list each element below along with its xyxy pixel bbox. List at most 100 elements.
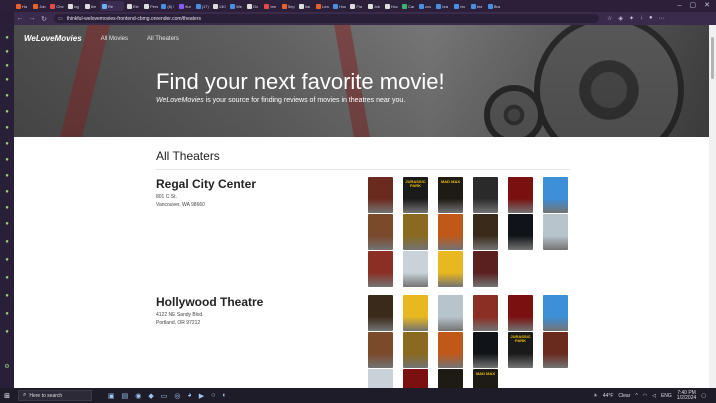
menu-icon[interactable]: ⋯ <box>659 15 665 22</box>
browser-tab[interactable]: the <box>83 1 99 11</box>
sidebar-app-icon[interactable]: ● <box>3 34 11 42</box>
movie-poster[interactable] <box>473 332 498 368</box>
movie-poster[interactable] <box>368 214 393 250</box>
sidebar-app-icon[interactable]: ● <box>3 156 11 164</box>
sidebar-app-icon[interactable]: ● <box>3 274 11 282</box>
browser-icon[interactable]: ◐ <box>222 392 226 400</box>
browser-tab[interactable]: Fla <box>348 1 364 11</box>
chrome-icon[interactable]: ◕ <box>187 392 191 400</box>
browser-tab[interactable]: Job <box>366 1 382 11</box>
movie-poster[interactable]: JURASSIC PARK <box>403 177 428 213</box>
browser-tab[interactable]: Hoc <box>383 1 399 11</box>
task-view-icon[interactable]: ▣ <box>108 392 115 400</box>
clock[interactable]: 7:40 PM 1/2/2024 <box>677 390 696 401</box>
browser-tab[interactable]: Job <box>31 1 47 11</box>
firefox-icon[interactable]: ◉ <box>135 392 141 400</box>
browser-tab[interactable]: Pers <box>142 1 158 11</box>
weather-temp[interactable]: 44°F <box>603 393 614 399</box>
movie-poster[interactable] <box>368 332 393 368</box>
browser-tab[interactable]: Car <box>400 1 416 11</box>
profile-icon[interactable]: ● <box>649 15 653 22</box>
movie-poster[interactable] <box>508 177 533 213</box>
browser-tab[interactable]: bra <box>434 1 450 11</box>
sidebar-app-icon[interactable]: ● <box>3 108 11 116</box>
close-icon[interactable]: ✕ <box>704 0 710 12</box>
sidebar-app-icon[interactable]: ● <box>3 220 11 228</box>
browser-tab[interactable]: 130 <box>211 1 227 11</box>
movie-poster[interactable] <box>403 369 428 388</box>
movie-poster[interactable] <box>543 332 568 368</box>
movie-poster[interactable] <box>473 214 498 250</box>
browser-tab[interactable]: log <box>66 1 82 11</box>
movie-poster[interactable] <box>508 214 533 250</box>
nav-all-theaters[interactable]: All Theaters <box>147 36 179 42</box>
movie-poster[interactable] <box>403 251 428 287</box>
taskbar-search-box[interactable]: ⌕ Here to search <box>18 390 92 401</box>
tray-chevron-icon[interactable]: ^ <box>635 393 637 399</box>
browser-tab[interactable]: We <box>228 1 244 11</box>
sidebar-app-icon[interactable]: ● <box>3 62 11 70</box>
movie-poster[interactable] <box>368 295 393 331</box>
movie-poster[interactable] <box>473 177 498 213</box>
movie-poster[interactable] <box>438 295 463 331</box>
network-icon[interactable]: ◠ <box>643 393 647 399</box>
sidebar-app-icon[interactable]: ● <box>3 124 11 132</box>
movie-poster[interactable] <box>543 214 568 250</box>
back-icon[interactable]: ← <box>14 12 26 25</box>
terminal-icon[interactable]: ▭ <box>161 392 168 400</box>
language-indicator[interactable]: ENG <box>661 393 672 399</box>
sidebar-app-icon[interactable]: ● <box>3 188 11 196</box>
movie-poster[interactable] <box>368 251 393 287</box>
minimize-icon[interactable]: – <box>678 0 682 12</box>
download-icon[interactable]: ↓ <box>640 15 643 22</box>
movie-poster[interactable] <box>368 177 393 213</box>
browser-tab[interactable]: bra <box>469 1 485 11</box>
maximize-icon[interactable]: ▢ <box>690 0 697 12</box>
bookmark-star-icon[interactable]: ☆ <box>607 15 612 22</box>
browser-tab[interactable]: Do <box>245 1 261 11</box>
movie-poster[interactable]: MAD MAX <box>438 177 463 213</box>
browser-tab[interactable]: bro <box>452 1 468 11</box>
browser-tab[interactable]: Lea <box>314 1 330 11</box>
volume-icon[interactable]: ◁ <box>652 393 656 399</box>
site-info-icon[interactable]: ▭ <box>58 16 63 22</box>
movie-poster[interactable] <box>473 295 498 331</box>
browser-tab[interactable]: Ha <box>14 1 30 11</box>
sidebar-app-icon[interactable]: ● <box>3 256 11 264</box>
file-explorer-icon[interactable]: ▤ <box>122 392 129 400</box>
browser-tab[interactable]: hai <box>297 1 313 11</box>
sidebar-app-icon[interactable]: ● <box>3 238 11 246</box>
url-field[interactable]: ▭ thinkful-welovemovies-frontend-cbmg.on… <box>54 14 599 23</box>
movie-poster[interactable]: JURASSIC PARK <box>508 332 533 368</box>
sidebar-app-icon[interactable]: ● <box>3 76 11 84</box>
brand-logo[interactable]: WeLoveMovies <box>24 34 82 43</box>
browser-tab[interactable]: Ele <box>125 1 141 11</box>
opera-icon[interactable]: ○ <box>211 392 215 400</box>
movie-poster[interactable] <box>403 295 428 331</box>
sidebar-settings-icon[interactable]: ⚙ <box>3 362 11 370</box>
page-scrollbar[interactable] <box>709 25 716 388</box>
browser-tab[interactable]: Re <box>99 1 124 11</box>
movie-poster[interactable] <box>543 177 568 213</box>
weather-desc[interactable]: Clear <box>618 393 630 399</box>
movie-poster[interactable] <box>543 295 568 331</box>
movie-poster[interactable] <box>368 369 393 388</box>
browser-tab[interactable]: (8) I <box>159 1 175 11</box>
movie-poster[interactable] <box>438 332 463 368</box>
browser-tab[interactable]: Bra <box>486 1 502 11</box>
sidebar-app-icon[interactable]: ● <box>3 140 11 148</box>
movie-poster[interactable] <box>508 295 533 331</box>
sidebar-app-icon[interactable]: ● <box>3 48 11 56</box>
movie-poster[interactable] <box>403 332 428 368</box>
sidebar-app-icon[interactable]: ● <box>3 310 11 318</box>
notifications-icon[interactable]: ▢ <box>701 393 706 399</box>
movie-poster[interactable]: MAD MAX <box>473 369 498 388</box>
sidebar-app-icon[interactable]: ● <box>3 204 11 212</box>
weather-icon[interactable]: ☀ <box>593 393 597 399</box>
forward-icon[interactable]: → <box>26 12 38 25</box>
sidebar-app-icon[interactable]: ● <box>3 292 11 300</box>
browser-tab[interactable]: Hoc <box>331 1 347 11</box>
movie-poster[interactable] <box>403 214 428 250</box>
browser-tab[interactable]: (17) <box>194 1 210 11</box>
sidebar-app-icon[interactable]: ● <box>3 172 11 180</box>
